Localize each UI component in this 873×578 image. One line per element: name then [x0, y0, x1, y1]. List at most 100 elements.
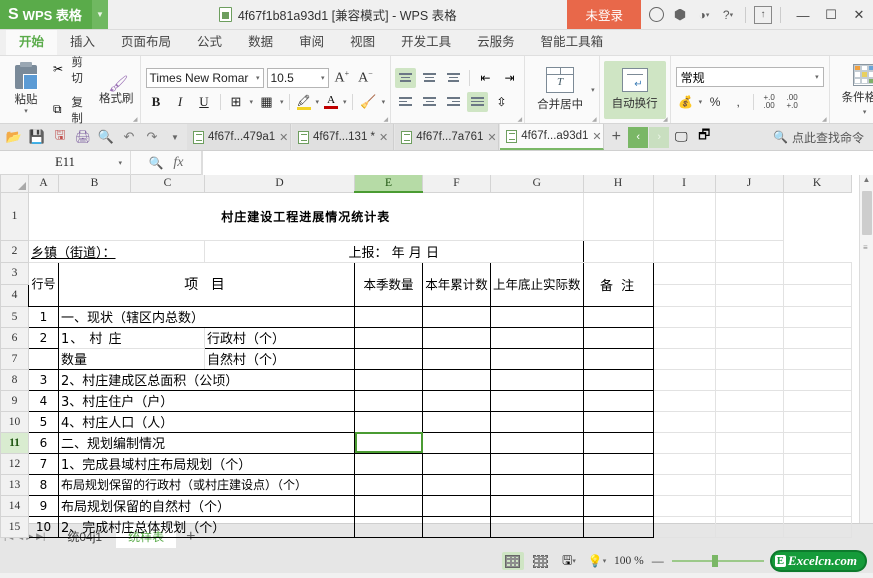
borders-icon[interactable]: ⊞ — [226, 92, 247, 112]
italic-button[interactable]: I — [170, 92, 191, 112]
font-size-input[interactable]: 10.5▾ — [267, 68, 329, 88]
name-box-dropdown-icon[interactable]: ▾ — [118, 159, 122, 167]
cell-J1[interactable] — [653, 192, 715, 240]
scroll-up-icon[interactable]: ▲ — [860, 175, 873, 189]
row-header-15[interactable]: 15 — [1, 516, 29, 537]
cell-E8[interactable] — [355, 369, 423, 390]
dropdown-icon[interactable]: ◑▾ — [693, 3, 715, 27]
tab-review[interactable]: 审阅 — [286, 28, 337, 55]
doc-tab-1-close-icon[interactable]: ✕ — [279, 131, 288, 144]
row-header-6[interactable]: 6 — [1, 327, 29, 348]
cell-E12[interactable] — [355, 453, 423, 474]
cell-no-11[interactable]: 6 — [29, 432, 59, 453]
cell-K12[interactable] — [783, 453, 851, 474]
col-header-B[interactable]: B — [59, 175, 131, 192]
cell-no-15[interactable]: 10 — [29, 516, 59, 537]
doc-tab-2[interactable]: 4f67f...131 * ✕ — [292, 124, 394, 150]
comma-style-button[interactable]: , — [728, 92, 748, 112]
cell-K8[interactable] — [783, 369, 851, 390]
cell-K15[interactable] — [783, 516, 851, 537]
cell-G15[interactable] — [491, 516, 584, 537]
reading-highlight-button[interactable]: 💡▾ — [586, 552, 608, 570]
cell-K13[interactable] — [783, 474, 851, 495]
cell-K2[interactable] — [715, 240, 783, 262]
cell-H9[interactable] — [583, 390, 653, 411]
cell-no-8[interactable]: 3 — [29, 369, 59, 390]
zoom-slider[interactable] — [672, 555, 764, 567]
login-status-button[interactable]: 未登录 — [567, 0, 641, 29]
cell-I1[interactable] — [583, 192, 653, 240]
font-color-button[interactable]: A — [322, 94, 340, 109]
cell-I2[interactable] — [583, 240, 653, 262]
page-break-view-button[interactable]: 🖫▾ — [558, 552, 580, 570]
cell-K14[interactable] — [783, 495, 851, 516]
cell-F11[interactable] — [423, 432, 491, 453]
row-header-11[interactable]: 11 — [1, 432, 29, 453]
fx-icon[interactable]: fx — [173, 155, 183, 171]
minimize-button[interactable]: — — [789, 0, 817, 30]
align-center-button[interactable] — [419, 92, 440, 112]
tab-formulas[interactable]: 公式 — [184, 28, 235, 55]
tab-developer[interactable]: 开发工具 — [388, 28, 464, 55]
cell-item-6a[interactable]: 1、 村 庄 — [59, 327, 205, 348]
scrollbar-thumb[interactable] — [862, 191, 872, 235]
cell-K9[interactable] — [783, 390, 851, 411]
cell-report-date[interactable]: 上报： 年 月 日 — [205, 240, 584, 262]
cell-E11-selected[interactable] — [355, 432, 423, 453]
cell-I9[interactable] — [653, 390, 715, 411]
cell-F12[interactable] — [423, 453, 491, 474]
tab-data[interactable]: 数据 — [235, 28, 286, 55]
cell-E9[interactable] — [355, 390, 423, 411]
align-top-button[interactable] — [395, 68, 416, 88]
cell-no-9[interactable]: 4 — [29, 390, 59, 411]
cell-E14[interactable] — [355, 495, 423, 516]
increase-indent-button[interactable]: ⇥ — [499, 68, 520, 88]
cell-I8[interactable] — [653, 369, 715, 390]
cell-J4[interactable] — [715, 284, 783, 306]
tab-view[interactable]: 视图 — [337, 28, 388, 55]
col-header-A[interactable]: A — [29, 175, 59, 192]
cell-item-9[interactable]: 3、村庄住户（户） — [59, 390, 355, 411]
col-header-F[interactable]: F — [423, 175, 491, 192]
cell-item-7b[interactable]: 自然村（个） — [205, 348, 355, 369]
cell-I11[interactable] — [653, 432, 715, 453]
cell-G5[interactable] — [491, 306, 584, 327]
tab-start[interactable]: 开始 — [6, 28, 57, 55]
presentation-icon[interactable]: 🖵 — [670, 126, 692, 148]
zoom-thumb[interactable] — [712, 555, 718, 567]
cell-G7[interactable] — [491, 348, 584, 369]
cell-H10[interactable] — [583, 411, 653, 432]
scroll-split-icon[interactable]: ≡ — [863, 243, 868, 252]
underline-button[interactable]: U — [194, 92, 215, 112]
col-header-G[interactable]: G — [491, 175, 584, 192]
cell-J5[interactable] — [715, 306, 783, 327]
shield-icon[interactable] — [645, 3, 667, 27]
cell-title[interactable]: 村庄建设工程进展情况统计表 — [29, 192, 584, 240]
cell-no-12[interactable]: 7 — [29, 453, 59, 474]
paste-button[interactable]: 粘贴▾ — [4, 58, 48, 121]
cell-F14[interactable] — [423, 495, 491, 516]
doc-tab-prev-button[interactable]: ‹ — [628, 127, 648, 148]
col-header-K[interactable]: K — [783, 175, 851, 192]
cell-J12[interactable] — [715, 453, 783, 474]
cell-F15[interactable] — [423, 516, 491, 537]
logo-dropdown-icon[interactable]: ▼ — [92, 0, 108, 29]
open-icon[interactable]: 📂 — [3, 126, 25, 148]
find-command-bar[interactable]: 🔍 点此查找命令 — [773, 129, 870, 146]
cell-item-5[interactable]: 一、现状（辖区内总数） — [59, 306, 355, 327]
wrap-text-button[interactable]: 自动换行 — [604, 61, 666, 119]
cell-K6[interactable] — [783, 327, 851, 348]
tab-options-icon[interactable]: 🗗 — [693, 126, 715, 148]
cut-button[interactable]: ✂ 剪切 — [50, 53, 95, 87]
col-header-E[interactable]: E — [355, 175, 423, 192]
cell-item-13[interactable]: 布局规划保留的行政村（或村庄建设点）（个） — [59, 474, 355, 495]
cell-K5[interactable] — [783, 306, 851, 327]
increase-font-size-button[interactable]: A+ — [332, 69, 353, 87]
cell-H5[interactable] — [583, 306, 653, 327]
cell-H14[interactable] — [583, 495, 653, 516]
cell-F5[interactable] — [423, 306, 491, 327]
align-right-button[interactable] — [443, 92, 464, 112]
doc-tab-4[interactable]: 4f67f...a93d1 ✕ — [500, 124, 604, 150]
doc-tab-3[interactable]: 4f67f...7a761 ✕ — [395, 124, 499, 150]
row-header-12[interactable]: 12 — [1, 453, 29, 474]
